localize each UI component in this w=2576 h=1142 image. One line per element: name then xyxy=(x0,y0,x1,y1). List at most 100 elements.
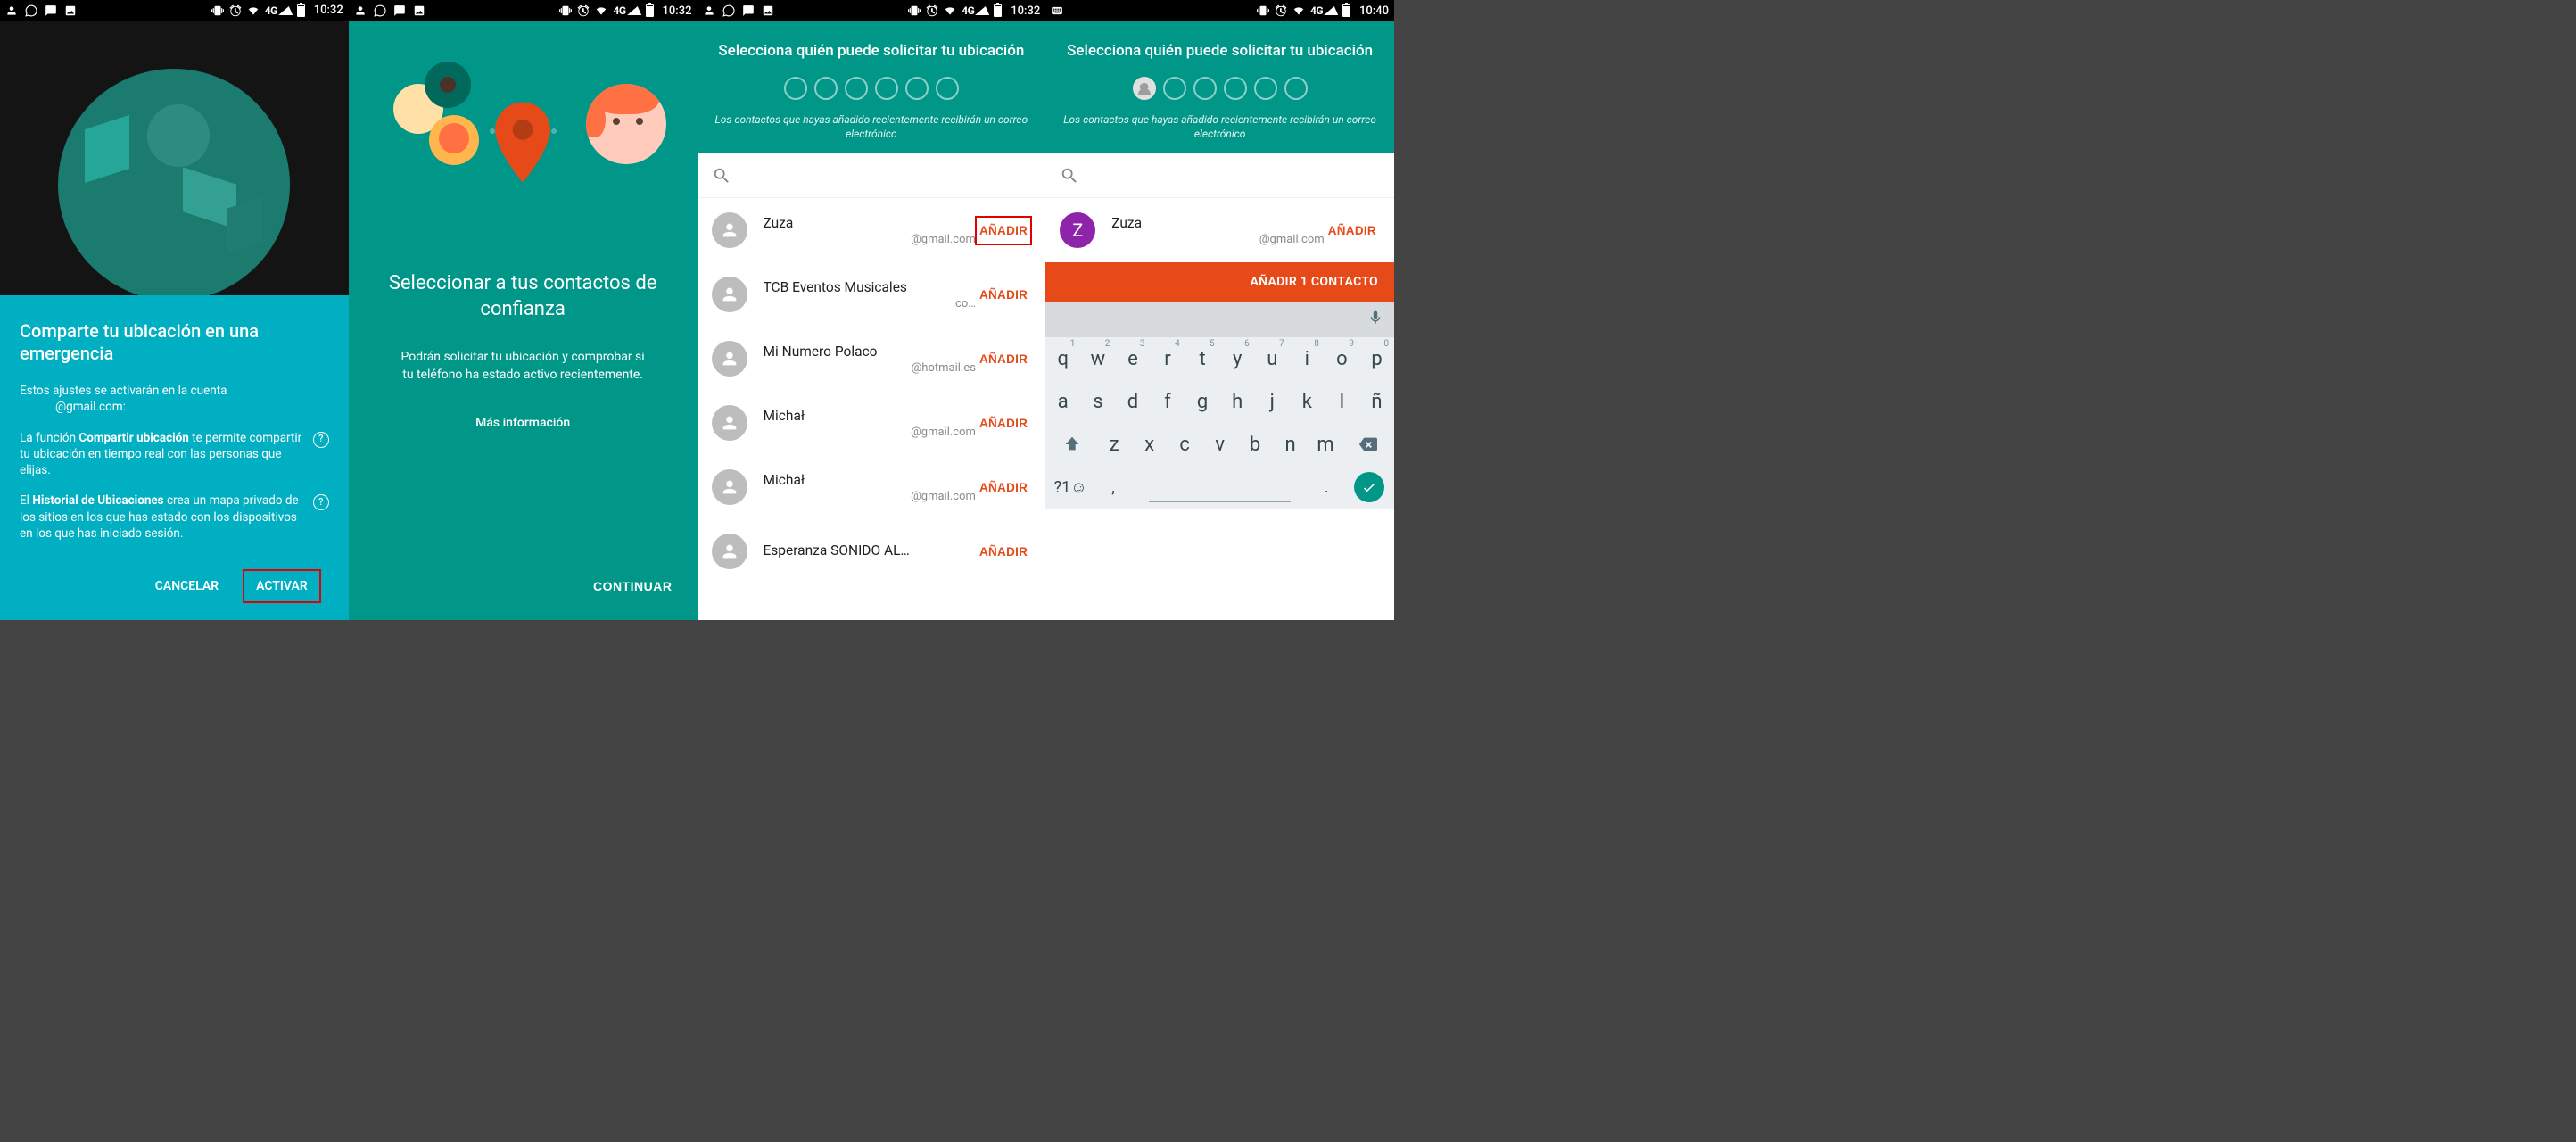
search-icon xyxy=(712,166,731,186)
contact-row[interactable]: Michał@gmail.comAÑADIR xyxy=(698,455,1046,519)
key-w[interactable]: 2w xyxy=(1080,337,1115,380)
status-network-label: 4G xyxy=(962,4,974,17)
add-contact-button[interactable]: AÑADIR xyxy=(976,345,1031,373)
key-n[interactable]: n xyxy=(1273,423,1308,466)
add-n-contacts-bar[interactable]: AÑADIR 1 CONTACTO xyxy=(1045,262,1394,302)
key-u[interactable]: 7u xyxy=(1255,337,1290,380)
contact-name: Zuza xyxy=(1111,215,1324,231)
add-contact-button[interactable]: AÑADIR xyxy=(976,217,1031,244)
key-t[interactable]: 5t xyxy=(1185,337,1220,380)
page-title: Seleccionar a tus contactos de confianza xyxy=(349,271,698,322)
panel-paragraph-location-history: El Historial de Ubicaciones crea un mapa… xyxy=(20,492,329,542)
search-row[interactable] xyxy=(698,153,1046,198)
status-alarm-icon xyxy=(926,4,938,17)
contact-email: @gmail.com xyxy=(764,233,976,246)
key-comma[interactable]: , xyxy=(1095,466,1131,509)
contact-avatar xyxy=(712,534,747,569)
key-i[interactable]: 8i xyxy=(1290,337,1325,380)
slot-empty xyxy=(814,77,838,100)
panel-title: Comparte tu ubicación en una emergencia xyxy=(20,320,329,365)
key-m[interactable]: m xyxy=(1308,423,1342,466)
status-chat-icon xyxy=(393,4,406,17)
key-r[interactable]: 4r xyxy=(1150,337,1185,380)
add-contact-button[interactable]: AÑADIR xyxy=(1325,217,1380,244)
status-whatsapp-icon xyxy=(25,4,37,17)
contact-email: @gmail.com xyxy=(1111,233,1324,246)
key-x[interactable]: x xyxy=(1132,423,1167,466)
key-shift[interactable] xyxy=(1047,423,1096,466)
key-b[interactable]: b xyxy=(1237,423,1272,466)
key-f[interactable]: f xyxy=(1150,380,1185,423)
status-signal-icon xyxy=(278,6,296,15)
more-info-link[interactable]: Más información xyxy=(349,416,698,430)
status-vibrate-icon xyxy=(559,4,572,17)
key-z[interactable]: z xyxy=(1097,423,1132,466)
status-network-label: 4G xyxy=(265,4,277,17)
add-contact-button[interactable]: AÑADIR xyxy=(976,474,1031,501)
page-body: Podrán solicitar tu ubicación y comproba… xyxy=(349,349,698,384)
search-row[interactable] xyxy=(1045,153,1394,198)
key-ñ[interactable]: ñ xyxy=(1359,380,1394,423)
contact-slots xyxy=(1063,77,1376,100)
key-backspace[interactable] xyxy=(1343,423,1392,466)
key-v[interactable]: v xyxy=(1202,423,1237,466)
key-space[interactable] xyxy=(1131,466,1309,509)
key-o[interactable]: 9o xyxy=(1325,337,1359,380)
activate-button[interactable]: ACTIVAR xyxy=(244,570,320,602)
key-period[interactable]: . xyxy=(1309,466,1344,509)
status-network-label: 4G xyxy=(613,4,625,17)
key-h[interactable]: h xyxy=(1220,380,1255,423)
key-y[interactable]: 6y xyxy=(1220,337,1255,380)
header-subtitle: Los contactos que hayas añadido reciente… xyxy=(715,112,1028,141)
key-s[interactable]: s xyxy=(1080,380,1115,423)
key-enter[interactable] xyxy=(1344,466,1394,509)
status-wifi-icon xyxy=(1292,4,1305,17)
soft-keyboard[interactable]: 1q2w3e4r5t6y7u8i9o0p asdfghjklñ zxcvbnm … xyxy=(1045,302,1394,509)
contact-row[interactable]: Zuza@gmail.comAÑADIR xyxy=(698,198,1046,262)
contact-avatar: Z xyxy=(1060,212,1095,248)
hero-image-map xyxy=(0,21,349,295)
slot-empty xyxy=(1284,77,1308,100)
header-title: Selecciona quién puede solicitar tu ubic… xyxy=(715,41,1028,61)
contact-row[interactable]: Michał@gmail.comAÑADIR xyxy=(698,391,1046,455)
add-contact-button[interactable]: AÑADIR xyxy=(976,281,1031,309)
picker-header: Selecciona quién puede solicitar tu ubic… xyxy=(1045,21,1394,153)
key-l[interactable]: l xyxy=(1325,380,1359,423)
contact-row[interactable]: Z Zuza @gmail.com AÑADIR xyxy=(1045,198,1394,262)
keyboard-suggestion-row[interactable] xyxy=(1045,302,1394,337)
illustration-contacts xyxy=(349,21,698,271)
mic-icon[interactable] xyxy=(1367,310,1383,329)
status-chat-icon xyxy=(742,4,755,17)
contact-name: Michał xyxy=(764,472,976,488)
slot-empty xyxy=(784,77,807,100)
key-g[interactable]: g xyxy=(1185,380,1220,423)
status-vibrate-icon xyxy=(908,4,921,17)
status-person-icon xyxy=(5,4,18,17)
key-c[interactable]: c xyxy=(1167,423,1201,466)
key-d[interactable]: d xyxy=(1115,380,1150,423)
key-q[interactable]: 1q xyxy=(1045,337,1080,380)
search-icon xyxy=(1060,166,1079,186)
key-j[interactable]: j xyxy=(1255,380,1290,423)
status-battery-icon xyxy=(297,4,305,17)
status-battery-icon xyxy=(994,4,1002,17)
contact-row[interactable]: Mi Numero Polaco@hotmail.esAÑADIR xyxy=(698,327,1046,391)
key-a[interactable]: a xyxy=(1045,380,1080,423)
cancel-button[interactable]: CANCELAR xyxy=(143,570,231,602)
help-icon[interactable]: ? xyxy=(313,494,329,510)
contact-row[interactable]: Esperanza SONIDO AL…AÑADIR xyxy=(698,519,1046,583)
slot-filled[interactable] xyxy=(1133,77,1156,100)
key-p[interactable]: 0p xyxy=(1359,337,1394,380)
contact-avatar xyxy=(712,405,747,441)
key-k[interactable]: k xyxy=(1290,380,1325,423)
key-e[interactable]: 3e xyxy=(1115,337,1150,380)
status-chat-icon xyxy=(45,4,57,17)
contact-avatar xyxy=(712,212,747,248)
key-symbols[interactable]: ?1☺ xyxy=(1045,466,1095,509)
contact-row[interactable]: TCB Eventos Musicales.co…AÑADIR xyxy=(698,262,1046,327)
contact-list[interactable]: Zuza@gmail.comAÑADIRTCB Eventos Musicale… xyxy=(698,198,1046,620)
continue-button[interactable]: CONTINUAR xyxy=(590,570,676,602)
help-icon[interactable]: ? xyxy=(313,432,329,448)
add-contact-button[interactable]: AÑADIR xyxy=(976,410,1031,437)
add-contact-button[interactable]: AÑADIR xyxy=(976,538,1031,566)
